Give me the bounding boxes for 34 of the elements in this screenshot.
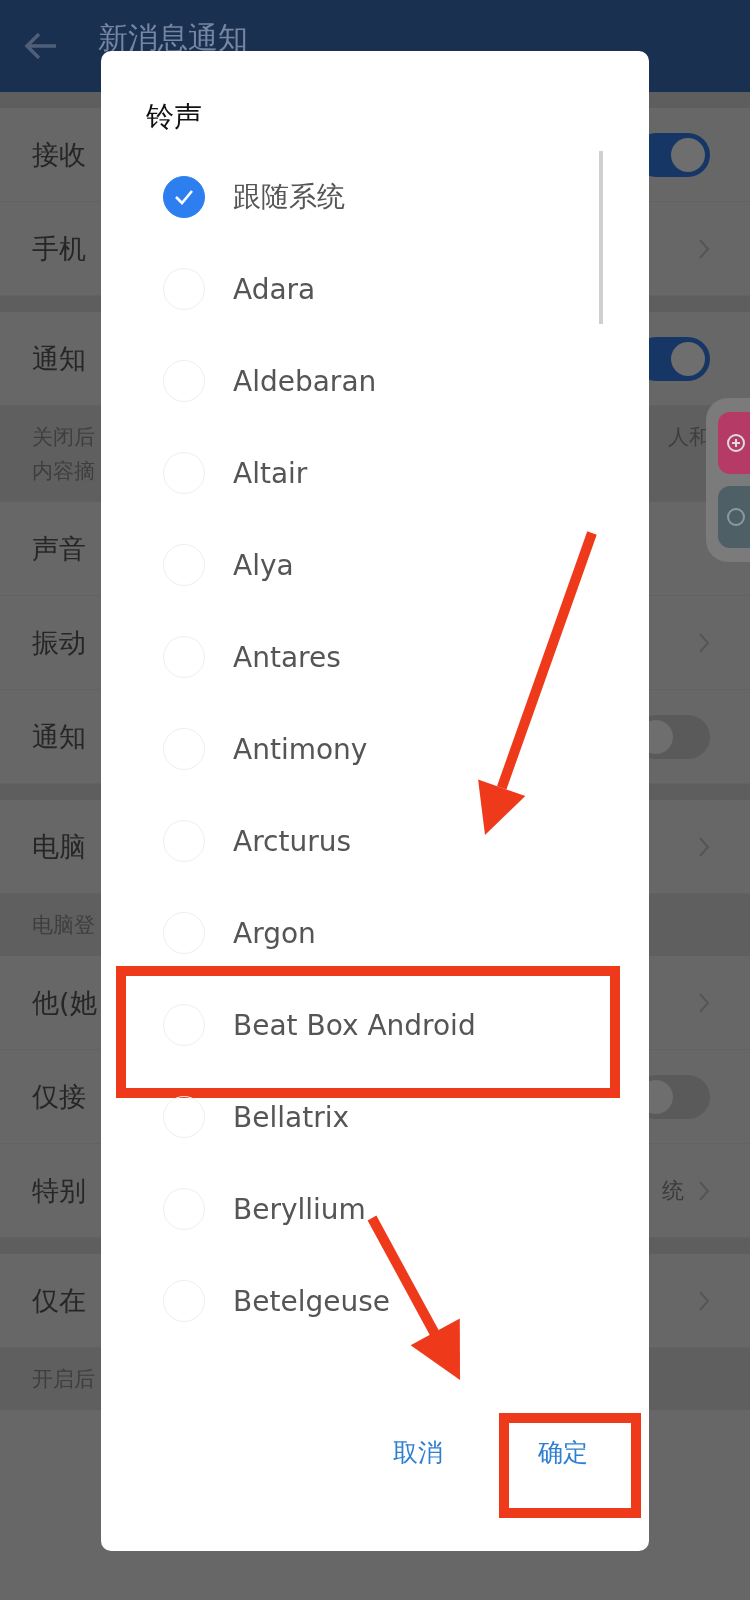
setting-label: 接收 xyxy=(32,137,86,172)
option-label[interactable]: Betelgeuse xyxy=(233,1284,390,1318)
setting-label: 通知 xyxy=(32,719,86,754)
option-label[interactable]: Beat Box Android xyxy=(233,1008,476,1042)
setting-label: 电脑 xyxy=(32,829,86,864)
check-icon xyxy=(174,189,194,205)
float-button[interactable] xyxy=(718,412,750,474)
option-label[interactable]: Beryllium xyxy=(233,1192,366,1226)
option-label[interactable]: Bellatrix xyxy=(233,1100,349,1134)
option-label[interactable]: Alya xyxy=(233,548,294,582)
plus-circle-icon xyxy=(726,433,746,453)
option-label[interactable]: Altair xyxy=(233,456,308,490)
dialog-button[interactable]: 取消 xyxy=(378,1427,458,1477)
setting-label: 通知 xyxy=(32,341,86,376)
float-button[interactable] xyxy=(718,486,750,548)
circle-icon xyxy=(726,507,746,527)
option-label[interactable]: Antimony xyxy=(233,732,368,766)
option-label[interactable]: Arcturus xyxy=(233,824,351,858)
option-label[interactable]: Aldebaran xyxy=(233,364,377,398)
dialog-title: 铃声 xyxy=(146,100,202,133)
setting-label: 特别 xyxy=(32,1173,86,1208)
back-arrow-icon[interactable] xyxy=(24,32,58,60)
option-label[interactable]: Argon xyxy=(233,916,316,950)
option-label[interactable]: 跟随系统 xyxy=(233,178,345,216)
setting-label: 声音 xyxy=(32,531,86,566)
setting-label: 振动 xyxy=(32,625,86,660)
radio-button[interactable] xyxy=(163,176,205,218)
setting-label: 他(她 xyxy=(32,985,97,1020)
setting-label: 仅接 xyxy=(32,1079,86,1114)
option-label[interactable]: Adara xyxy=(233,272,316,306)
setting-label: 仅在 xyxy=(32,1283,86,1318)
dialog-button[interactable]: 确定 xyxy=(523,1427,603,1477)
setting-label: 手机 xyxy=(32,231,86,266)
option-label[interactable]: Antares xyxy=(233,640,341,674)
